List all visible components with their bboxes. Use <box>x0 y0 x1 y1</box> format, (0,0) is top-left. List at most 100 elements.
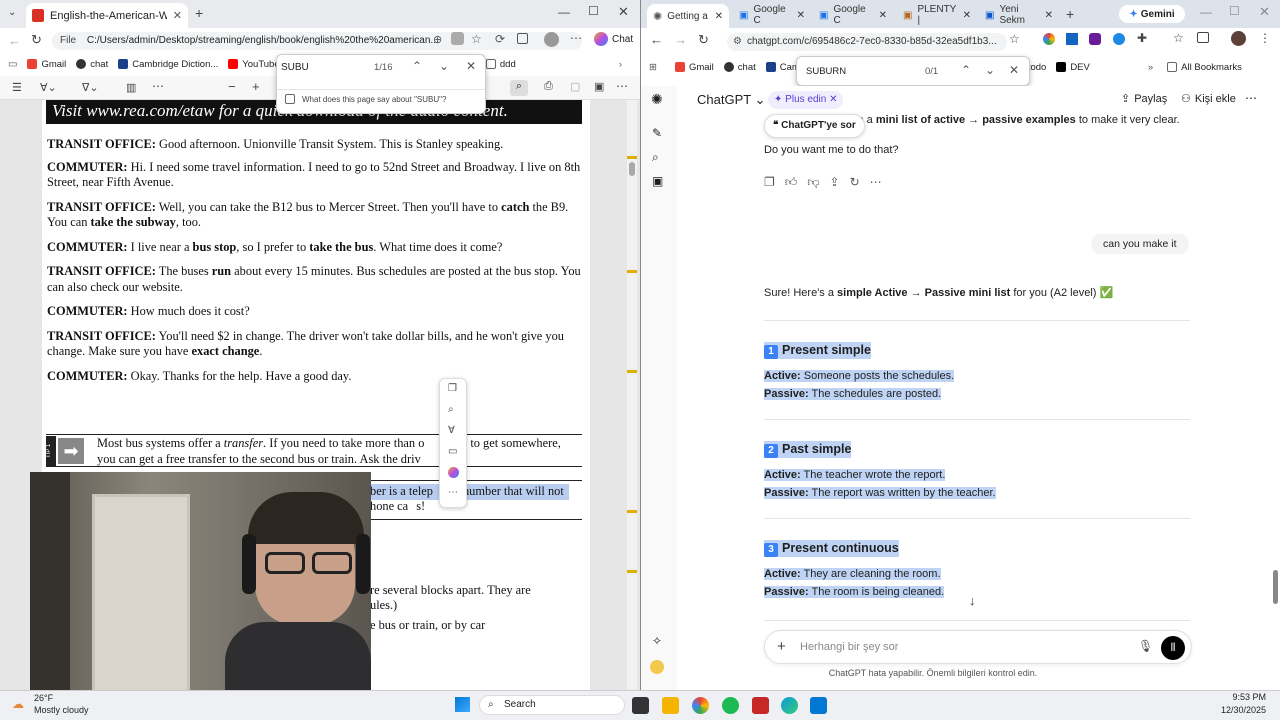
contents-icon[interactable]: ☰ <box>12 81 22 94</box>
app-icon[interactable] <box>810 697 827 714</box>
bookmark-youtube[interactable]: YouTube <box>228 59 280 70</box>
copy-icon[interactable]: ❐ <box>764 175 775 190</box>
plus-upgrade-pill[interactable]: ✦ Plus edin ✕ <box>768 91 844 109</box>
menu-dots-icon[interactable]: ⋮ <box>1259 31 1271 45</box>
bookmark-chat[interactable]: chat <box>723 62 756 73</box>
copilot-icon[interactable] <box>448 467 459 478</box>
minimize-icon[interactable]: — <box>558 5 570 19</box>
chat-scrollbar-thumb[interactable] <box>1273 570 1278 604</box>
tab-new[interactable]: ▣ Yeni Sekm ✕ <box>979 4 1059 26</box>
shield-icon[interactable] <box>1089 33 1101 45</box>
tab-plenty[interactable]: ▣ PLENTY | ✕ <box>897 4 977 26</box>
find-suggestion[interactable]: What does this page say about "SUBU"? <box>302 95 446 104</box>
bookmark-gmail[interactable]: Gmail <box>674 62 714 73</box>
close-tab-icon[interactable]: ✕ <box>1045 10 1053 21</box>
voice-mode-icon[interactable]: ⦀ <box>1161 636 1185 660</box>
back-icon[interactable]: ← <box>8 33 21 48</box>
bookmark-ddd[interactable]: ddd <box>485 59 516 70</box>
tab-pdf[interactable]: English-the-American-Way.pdf ✕ <box>26 3 188 28</box>
prompt-input[interactable]: Herhangi bir şey sor <box>800 641 898 653</box>
refresh-ext-icon[interactable]: ⟳ <box>495 32 505 46</box>
taskbar-search[interactable]: ⌕ Search <box>479 695 625 715</box>
file-explorer-icon[interactable] <box>662 697 679 714</box>
translate-icon[interactable]: ⊕ <box>433 33 442 46</box>
find-active-icon[interactable] <box>451 32 464 45</box>
tab-google-1[interactable]: ▣ Google C ✕ <box>733 4 811 26</box>
tab-google-2[interactable]: ▣ Google C ✕ <box>813 4 893 26</box>
bookmark-cambridge[interactable]: Cambridge Diction... <box>118 59 218 70</box>
close-tab-icon[interactable]: ✕ <box>879 10 887 21</box>
gemini-button[interactable]: ✦ Gemini <box>1119 5 1185 23</box>
close-window-icon[interactable]: ✕ <box>618 4 629 20</box>
task-view-icon[interactable] <box>632 697 649 714</box>
bookmark-star-icon[interactable]: ☆ <box>1009 32 1020 46</box>
share-icon[interactable]: ⇪ <box>830 175 840 190</box>
page-view-icon[interactable]: ▥ <box>126 81 136 94</box>
find-next-icon[interactable]: ⌄ <box>985 63 995 77</box>
comment-icon[interactable]: ▭ <box>448 446 457 457</box>
print-icon[interactable]: ⎙ <box>544 80 553 93</box>
reload-icon[interactable]: ↻ <box>31 32 42 48</box>
explore-icon[interactable]: ✧ <box>652 634 662 648</box>
back-icon[interactable]: ← <box>650 32 663 47</box>
tab-list-chevron-icon[interactable]: ⌄ <box>8 7 16 18</box>
close-tab-icon[interactable]: ✕ <box>797 10 805 21</box>
chrome-icon[interactable] <box>692 697 709 714</box>
clock-time[interactable]: 9:53 PM <box>1206 692 1266 702</box>
avatar[interactable] <box>544 32 559 47</box>
search-icon[interactable]: ⌕ <box>448 404 454 415</box>
extension-icon[interactable] <box>1113 33 1125 45</box>
maximize-icon[interactable]: ☐ <box>1229 4 1240 18</box>
forward-icon[interactable]: → <box>674 32 687 47</box>
sidepanel-icon[interactable] <box>1197 32 1209 43</box>
find-next-icon[interactable]: ⌄ <box>439 59 449 73</box>
scrollbar-thumb[interactable] <box>629 162 635 176</box>
save-as-icon[interactable]: ▣ <box>594 80 604 93</box>
apps-icon[interactable]: ⊞ <box>649 62 657 73</box>
apps-icon[interactable]: ▭ <box>8 59 17 70</box>
bookmark-gmail[interactable]: Gmail <box>27 59 66 70</box>
zoom-in-icon[interactable]: + <box>252 79 260 94</box>
search-icon[interactable]: ⌕ <box>510 80 528 96</box>
bookmark-cambridge[interactable]: Cam <box>765 62 800 73</box>
search-icon[interactable]: ⌕ <box>652 150 659 165</box>
copilot-icon[interactable] <box>594 32 608 46</box>
menu-dots-icon[interactable]: ⋯ <box>570 31 582 45</box>
new-tab-icon[interactable]: + <box>1066 6 1074 22</box>
pdf-scrollbar[interactable] <box>627 100 637 690</box>
tab-chatgpt[interactable]: ✺ Getting a ✕ <box>647 4 729 28</box>
find-close-icon[interactable]: ✕ <box>1009 63 1019 77</box>
minimize-icon[interactable]: — <box>1200 5 1212 19</box>
new-chat-icon[interactable]: ✎ <box>652 126 662 140</box>
selected-text[interactable]: ber is a telep number that will not <box>370 484 569 500</box>
app-icon[interactable] <box>752 697 769 714</box>
thumbs-up-icon[interactable]: 👍︎ <box>785 175 798 190</box>
regenerate-icon[interactable]: ↻ <box>850 175 860 190</box>
spotify-icon[interactable] <box>722 697 739 714</box>
bookmark-star-icon[interactable]: ☆ <box>1173 31 1184 45</box>
extension-icon[interactable] <box>1043 33 1055 45</box>
thumbs-down-icon[interactable]: 👎︎ <box>807 175 819 190</box>
reload-icon[interactable]: ↻ <box>698 32 709 48</box>
right-address-bar[interactable]: ⚙ chatgpt.com/c/695486c2-7ec0-8330-b85d-3… <box>727 33 1007 51</box>
all-bookmarks[interactable]: All Bookmarks <box>1167 62 1242 73</box>
puzzle-icon[interactable]: ✚ <box>1137 31 1147 45</box>
add-person-button[interactable]: ⚇ Kişi ekle <box>1181 92 1236 106</box>
scroll-down-icon[interactable]: ↓ <box>969 593 976 608</box>
pdf-more-icon[interactable]: ⋯ <box>616 79 628 93</box>
split-icon[interactable] <box>517 33 528 44</box>
avatar[interactable] <box>650 660 664 674</box>
bookmark-dev[interactable]: DEV <box>1056 62 1090 73</box>
find-close-icon[interactable]: ✕ <box>466 59 476 73</box>
zoom-out-icon[interactable]: − <box>228 79 236 94</box>
conversation-menu-icon[interactable]: ⋯ <box>1245 91 1257 105</box>
edge-icon[interactable] <box>781 697 798 714</box>
copy-icon[interactable]: ❐ <box>448 383 457 394</box>
save-icon[interactable]: ▢ <box>570 80 580 93</box>
find-prev-icon[interactable]: ⌃ <box>961 63 971 77</box>
share-button[interactable]: ⇪ Paylaş <box>1121 92 1167 106</box>
plus-icon[interactable]: + <box>777 638 786 655</box>
bookmark-chat[interactable]: chat <box>76 59 108 70</box>
bookmark-star-icon[interactable]: ☆ <box>471 32 482 46</box>
windows-start-icon[interactable] <box>455 697 470 712</box>
